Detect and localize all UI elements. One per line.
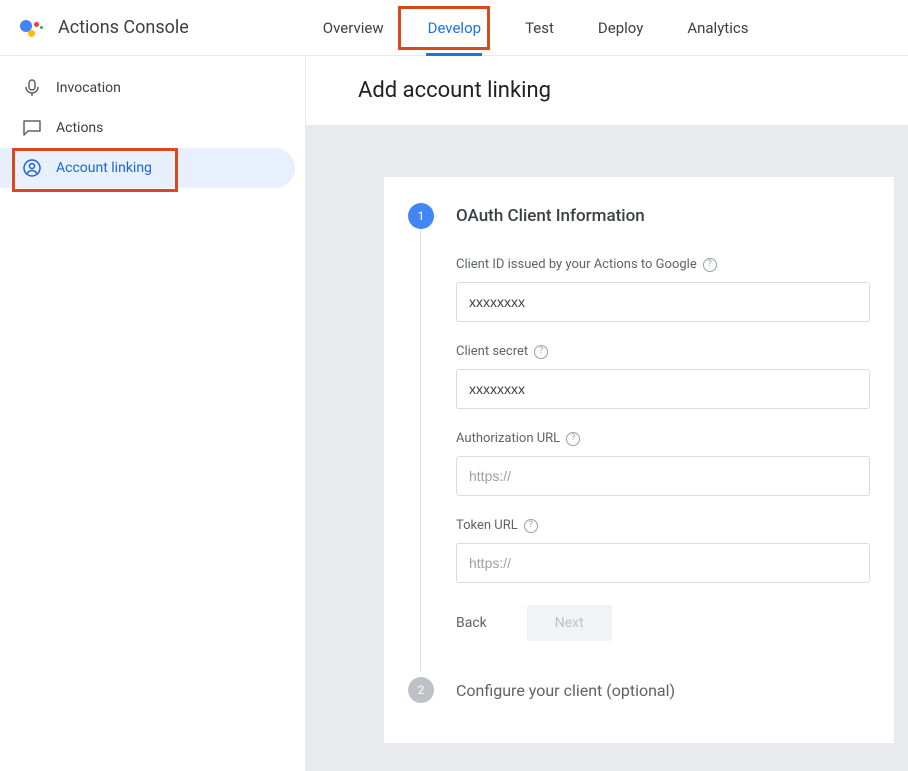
client-id-input[interactable] (456, 282, 870, 322)
tab-overview[interactable]: Overview (301, 0, 406, 56)
step-1-badge: 1 (408, 203, 434, 229)
step-connector-line (420, 229, 421, 671)
token-url-field-group: Token URL ? (456, 518, 870, 583)
next-button: Next (527, 605, 612, 641)
sidebar: Invocation Actions Account linking (0, 56, 306, 771)
back-button[interactable]: Back (456, 615, 487, 631)
app-header: Actions Console Overview Develop Test De… (0, 0, 908, 56)
client-secret-label: Client secret ? (456, 344, 870, 359)
sidebar-item-label: Actions (56, 120, 103, 136)
page-title: Add account linking (306, 56, 908, 125)
auth-url-label: Authorization URL ? (456, 431, 870, 446)
client-secret-input[interactable] (456, 369, 870, 409)
client-id-field-group: Client ID issued by your Actions to Goog… (456, 257, 870, 322)
auth-url-input[interactable] (456, 456, 870, 496)
sidebar-item-account-linking[interactable]: Account linking (0, 148, 295, 188)
step-2-header: 2 Configure your client (optional) (408, 677, 870, 703)
top-tabs: Overview Develop Test Deploy Analytics (301, 0, 771, 56)
auth-url-field-group: Authorization URL ? (456, 431, 870, 496)
step-2-title: Configure your client (optional) (456, 681, 675, 700)
step-1-title: OAuth Client Information (456, 206, 645, 226)
tab-develop[interactable]: Develop (406, 0, 503, 56)
help-icon[interactable]: ? (566, 432, 580, 446)
sidebar-item-actions[interactable]: Actions (0, 108, 295, 148)
form-actions: Back Next (456, 605, 870, 641)
tab-analytics[interactable]: Analytics (665, 0, 770, 56)
user-circle-icon (22, 158, 42, 178)
token-url-label: Token URL ? (456, 518, 870, 533)
tab-test[interactable]: Test (503, 0, 576, 56)
help-icon[interactable]: ? (524, 519, 538, 533)
client-secret-field-group: Client secret ? (456, 344, 870, 409)
app-title: Actions Console (58, 17, 189, 38)
sidebar-item-label: Invocation (56, 80, 121, 96)
main-content: Add account linking 1 OAuth Client Infor… (306, 56, 908, 771)
help-icon[interactable]: ? (534, 345, 548, 359)
oauth-card: 1 OAuth Client Information Client ID iss… (384, 177, 894, 743)
oauth-form: Client ID issued by your Actions to Goog… (456, 257, 870, 641)
tab-deploy[interactable]: Deploy (576, 0, 665, 56)
token-url-input[interactable] (456, 543, 870, 583)
assistant-logo-icon (20, 16, 44, 40)
chat-icon (22, 118, 42, 138)
client-id-label: Client ID issued by your Actions to Goog… (456, 257, 870, 272)
help-icon[interactable]: ? (703, 258, 717, 272)
app-logo[interactable]: Actions Console (20, 16, 189, 40)
sidebar-item-invocation[interactable]: Invocation (0, 68, 295, 108)
main-body: 1 OAuth Client Information Client ID iss… (306, 125, 908, 771)
step-1-header: 1 OAuth Client Information (408, 203, 870, 229)
microphone-icon (22, 78, 42, 98)
step-2-badge: 2 (408, 677, 434, 703)
sidebar-item-label: Account linking (56, 160, 152, 176)
